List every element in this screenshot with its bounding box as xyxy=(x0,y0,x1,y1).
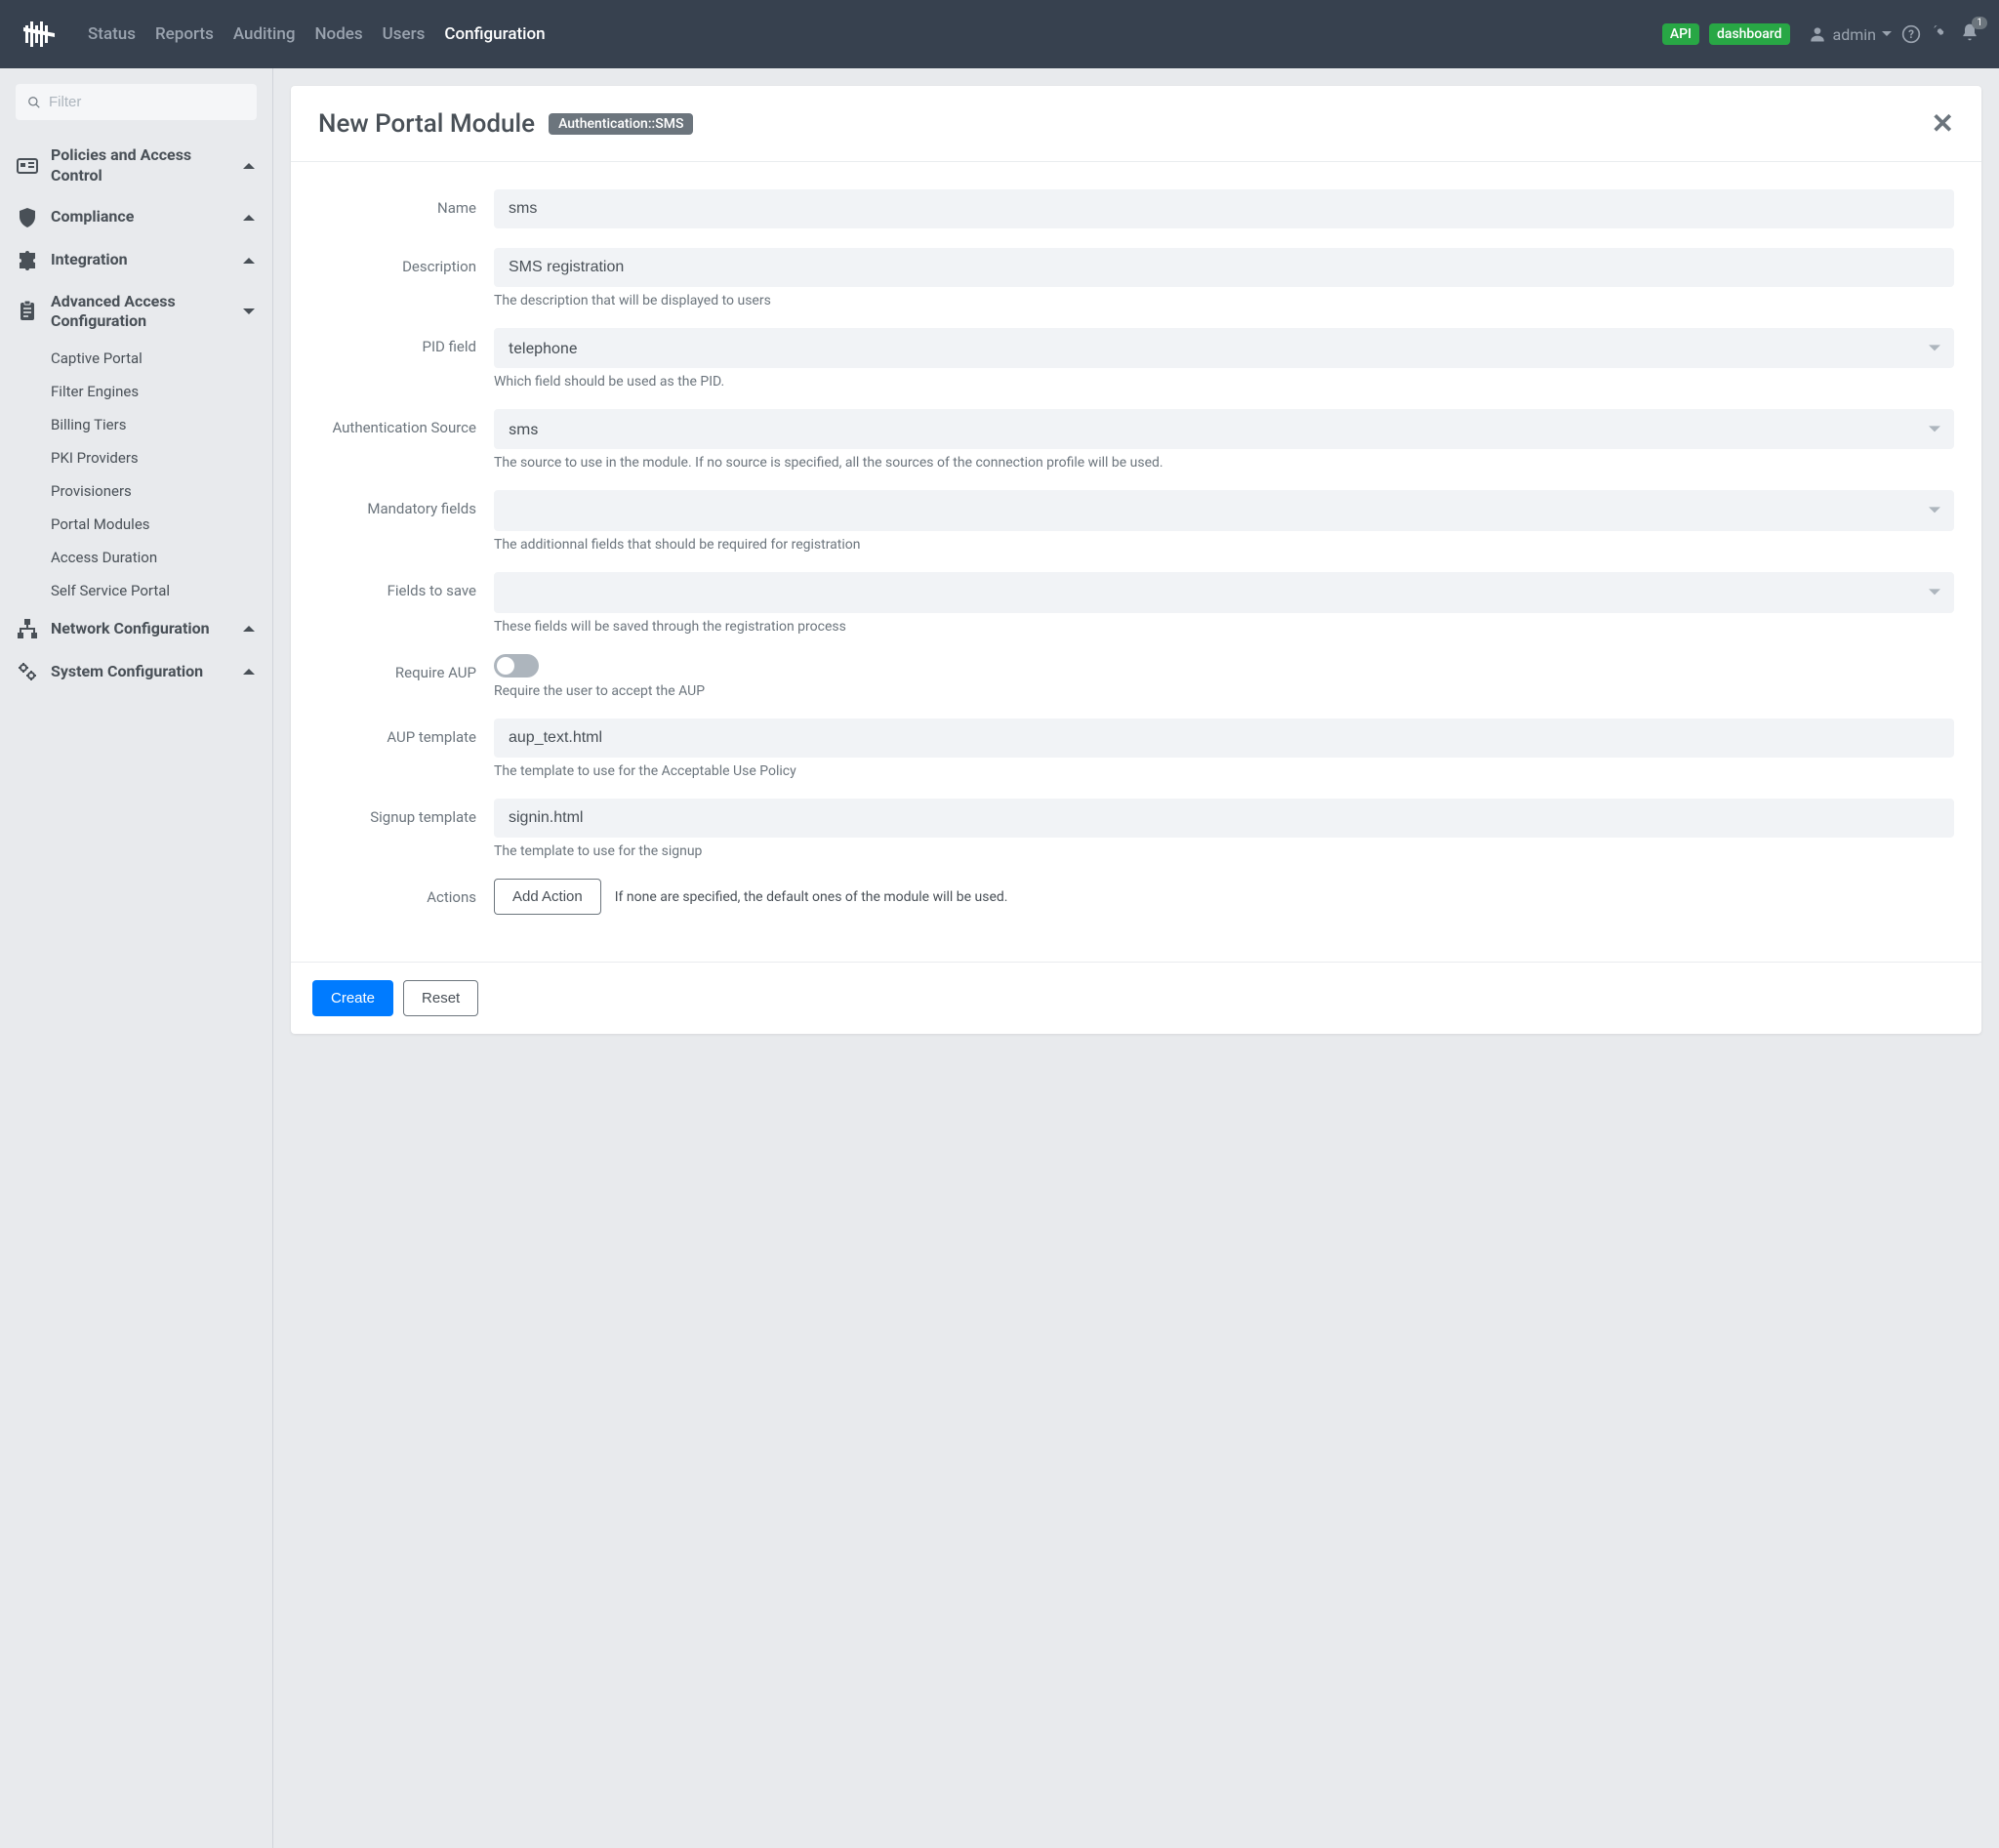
sidebar-subitem-self-service[interactable]: Self Service Portal xyxy=(51,574,257,607)
sidebar-subitem-billing-tiers[interactable]: Billing Tiers xyxy=(51,408,257,441)
sidebar-item-advanced[interactable]: Advanced Access Configuration xyxy=(16,282,257,343)
sidebar-subitem-filter-engines[interactable]: Filter Engines xyxy=(51,375,257,408)
module-type-badge: Authentication::SMS xyxy=(549,113,693,135)
mandatory-help: The additionnal fields that should be re… xyxy=(494,537,1954,553)
add-action-button[interactable]: Add Action xyxy=(494,879,601,915)
nav-auditing[interactable]: Auditing xyxy=(233,24,296,44)
sidebar-item-policies[interactable]: Policies and Access Control xyxy=(16,136,257,196)
require-aup-toggle[interactable] xyxy=(494,654,539,678)
user-icon xyxy=(1808,24,1827,44)
sidebar-subitem-provisioners[interactable]: Provisioners xyxy=(51,474,257,508)
create-button[interactable]: Create xyxy=(312,980,393,1016)
sidebar-subitem-captive-portal[interactable]: Captive Portal xyxy=(51,342,257,375)
mandatory-label: Mandatory fields xyxy=(318,490,494,517)
sidebar-item-system[interactable]: System Configuration xyxy=(16,650,257,693)
user-name: admin xyxy=(1833,25,1876,44)
nav-reports[interactable]: Reports xyxy=(155,24,214,44)
auth-label: Authentication Source xyxy=(318,409,494,436)
chevron-up-icon xyxy=(241,158,257,174)
mandatory-select[interactable] xyxy=(494,490,1954,531)
shield-icon xyxy=(16,206,39,229)
pid-help: Which field should be used as the PID. xyxy=(494,374,1954,390)
nav-configuration[interactable]: Configuration xyxy=(444,24,545,44)
save-label: Fields to save xyxy=(318,572,494,599)
search-icon xyxy=(27,96,41,109)
signup-input[interactable] xyxy=(494,799,1954,838)
aup-label: Require AUP xyxy=(318,654,494,681)
nav-status[interactable]: Status xyxy=(88,24,136,44)
auth-select[interactable]: sms xyxy=(494,409,1954,449)
save-help: These fields will be saved through the r… xyxy=(494,619,1954,635)
caret-down-icon xyxy=(1882,29,1892,39)
page-title: New Portal Module xyxy=(318,109,535,139)
chevron-up-icon xyxy=(241,621,257,637)
svg-text:?: ? xyxy=(1908,27,1914,41)
name-input[interactable] xyxy=(494,189,1954,228)
actions-label: Actions xyxy=(318,879,494,906)
chevron-up-icon xyxy=(241,664,257,679)
sidebar-item-compliance[interactable]: Compliance xyxy=(16,196,257,239)
app-logo xyxy=(20,14,59,55)
user-dropdown[interactable]: admin xyxy=(1808,24,1892,44)
sidebar-label: Integration xyxy=(51,250,241,270)
reset-button[interactable]: Reset xyxy=(403,980,478,1016)
gears-icon xyxy=(16,660,39,683)
sidebar-item-network[interactable]: Network Configuration xyxy=(16,607,257,650)
nav-nodes[interactable]: Nodes xyxy=(314,24,362,44)
notifications-button[interactable]: 1 xyxy=(1960,22,1979,46)
tools-icon[interactable] xyxy=(1931,24,1950,44)
sidebar-label: Advanced Access Configuration xyxy=(51,292,241,333)
sidebar-label: System Configuration xyxy=(51,662,241,682)
sidebar-item-integration[interactable]: Integration xyxy=(16,239,257,282)
chevron-up-icon xyxy=(241,253,257,268)
network-icon xyxy=(16,617,39,640)
aup-template-input[interactable] xyxy=(494,719,1954,758)
sidebar-subitem-portal-modules[interactable]: Portal Modules xyxy=(51,508,257,541)
save-select[interactable] xyxy=(494,572,1954,613)
aup-template-help: The template to use for the Acceptable U… xyxy=(494,763,1954,779)
filter-box[interactable] xyxy=(16,84,257,120)
auth-help: The source to use in the module. If no s… xyxy=(494,455,1954,471)
sidebar-subitem-pki-providers[interactable]: PKI Providers xyxy=(51,441,257,474)
signup-label: Signup template xyxy=(318,799,494,826)
chevron-up-icon xyxy=(241,210,257,226)
toggle-knob xyxy=(497,657,514,675)
sidebar-label: Policies and Access Control xyxy=(51,145,241,186)
actions-help: If none are specified, the default ones … xyxy=(615,889,1008,905)
chevron-down-icon xyxy=(241,304,257,319)
sidebar-label: Compliance xyxy=(51,207,241,227)
notification-count: 1 xyxy=(1972,17,1987,29)
nav-users[interactable]: Users xyxy=(383,24,426,44)
aup-help: Require the user to accept the AUP xyxy=(494,683,1954,699)
help-icon[interactable]: ? xyxy=(1901,24,1921,44)
signup-help: The template to use for the signup xyxy=(494,843,1954,859)
sidebar-label: Network Configuration xyxy=(51,619,241,639)
description-input[interactable] xyxy=(494,248,1954,287)
sidebar-subitem-access-duration[interactable]: Access Duration xyxy=(51,541,257,574)
description-label: Description xyxy=(318,248,494,275)
id-card-icon xyxy=(16,154,39,178)
pid-label: PID field xyxy=(318,328,494,355)
clipboard-icon xyxy=(16,300,39,323)
name-label: Name xyxy=(318,189,494,217)
puzzle-icon xyxy=(16,249,39,272)
aup-template-label: AUP template xyxy=(318,719,494,746)
filter-input[interactable] xyxy=(49,94,245,110)
dashboard-badge[interactable]: dashboard xyxy=(1709,23,1790,45)
api-badge[interactable]: API xyxy=(1662,23,1699,45)
description-help: The description that will be displayed t… xyxy=(494,293,1954,308)
close-button[interactable]: ✕ xyxy=(1932,107,1954,140)
pid-select[interactable]: telephone xyxy=(494,328,1954,368)
